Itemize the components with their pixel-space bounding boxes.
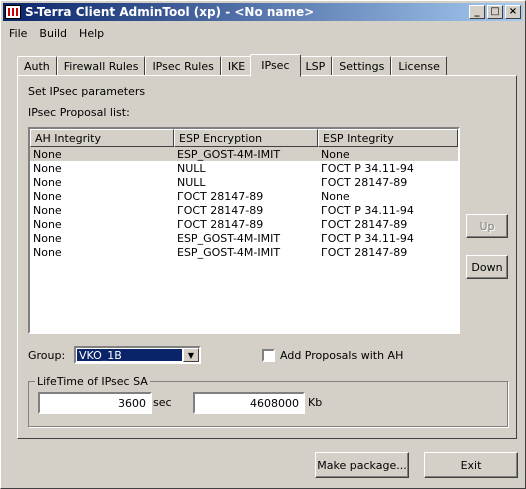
table-cell: ESP_GOST-4M-IMIT	[177, 231, 281, 245]
table-cell: None	[33, 245, 62, 259]
lifetime-sec-input[interactable]: 3600	[38, 392, 152, 414]
make-package-button[interactable]: Make package...	[315, 452, 409, 478]
proposal-list[interactable]: AH Integrity ESP Encryption ESP Integrit…	[28, 127, 460, 334]
table-cell: ГОСТ Р 34.11-94	[321, 161, 414, 175]
table-cell: None	[33, 189, 62, 203]
tab-auth[interactable]: Auth	[17, 56, 57, 76]
table-cell: None	[321, 189, 350, 203]
menu-bar: File Build Help	[3, 23, 110, 43]
table-cell: ESP_GOST-4M-IMIT	[177, 147, 281, 161]
table-cell: ГОСТ 28147-89	[321, 217, 408, 231]
table-row[interactable]: None ESP_GOST-4M-IMIT None	[30, 147, 458, 161]
menu-build[interactable]: Build	[33, 27, 73, 40]
maximize-button[interactable]: □	[487, 5, 503, 19]
sec-unit-label: sec	[153, 396, 172, 409]
group-label: Group:	[28, 349, 66, 362]
window-controls: _ □ ×	[467, 5, 521, 19]
down-button[interactable]: Down	[466, 255, 508, 279]
add-ah-checkbox[interactable]	[262, 349, 275, 362]
close-button[interactable]: ×	[505, 5, 521, 19]
tab-lsp[interactable]: LSP	[298, 56, 333, 76]
list-header: AH Integrity ESP Encryption ESP Integrit…	[30, 129, 458, 147]
minimize-button[interactable]: _	[469, 5, 485, 19]
table-row[interactable]: None ESP_GOST-4M-IMIT ГОСТ Р 34.11-94	[30, 231, 458, 245]
table-cell: None	[321, 147, 350, 161]
title-bar[interactable]: S-Terra Client AdminTool (xp) - <No name…	[3, 3, 523, 21]
kb-unit-label: Kb	[308, 396, 323, 409]
add-ah-label: Add Proposals with AH	[280, 349, 404, 362]
up-button[interactable]: Up	[466, 214, 508, 238]
menu-help[interactable]: Help	[73, 27, 110, 40]
table-cell: NULL	[177, 175, 206, 189]
tab-license[interactable]: License	[391, 56, 447, 76]
lifetime-group: LifeTime of IPsec SA 3600 sec 4608000 Kb	[28, 375, 508, 427]
column-header-ah-integrity[interactable]: AH Integrity	[30, 129, 174, 147]
tab-firewall-rules[interactable]: Firewall Rules	[56, 56, 146, 76]
table-cell: None	[33, 203, 62, 217]
table-cell: NULL	[177, 161, 206, 175]
table-cell: None	[33, 161, 62, 175]
table-cell: ГОСТ 28147-89	[177, 189, 264, 203]
ipsec-panel: Set IPsec parameters IPsec Proposal list…	[17, 75, 517, 439]
window-title: S-Terra Client AdminTool (xp) - <No name…	[25, 5, 315, 19]
table-cell: None	[33, 147, 62, 161]
menu-file[interactable]: File	[3, 27, 33, 40]
set-params-label: Set IPsec parameters	[28, 85, 146, 98]
table-row[interactable]: None ГОСТ 28147-89 None	[30, 189, 458, 203]
table-cell: ESP_GOST-4M-IMIT	[177, 245, 281, 259]
table-cell: ГОСТ 28147-89	[177, 217, 264, 231]
chevron-down-icon[interactable]: ▼	[183, 348, 199, 362]
tab-settings[interactable]: Settings	[332, 56, 392, 76]
table-cell: None	[33, 231, 62, 245]
tab-ipsec-rules[interactable]: IPsec Rules	[145, 56, 221, 76]
proposal-list-label: IPsec Proposal list:	[28, 106, 130, 119]
table-row[interactable]: None ГОСТ 28147-89 ГОСТ 28147-89	[30, 217, 458, 231]
column-header-esp-integrity[interactable]: ESP Integrity	[318, 129, 458, 147]
table-row[interactable]: None NULL ГОСТ 28147-89	[30, 175, 458, 189]
column-header-esp-encryption[interactable]: ESP Encryption	[174, 129, 318, 147]
tab-ipsec[interactable]: IPsec	[250, 54, 301, 77]
table-cell: None	[33, 175, 62, 189]
lifetime-title: LifeTime of IPsec SA	[35, 375, 150, 388]
app-window: S-Terra Client AdminTool (xp) - <No name…	[0, 0, 526, 489]
tab-ike[interactable]: IKE	[220, 56, 253, 76]
table-row[interactable]: None ГОСТ 28147-89 ГОСТ Р 34.11-94	[30, 203, 458, 217]
table-cell: ГОСТ 28147-89	[321, 245, 408, 259]
proposal-rows: None ESP_GOST-4M-IMIT None None NULL ГОСТ Р 3…	[30, 147, 458, 259]
group-select[interactable]: VKO_1B ▼	[74, 346, 201, 364]
table-cell: ГОСТ Р 34.11-94	[321, 231, 414, 245]
exit-button[interactable]: Exit	[424, 452, 518, 478]
tab-strip: Auth Firewall Rules IPsec Rules IKE IPse…	[17, 54, 447, 77]
lifetime-kb-input[interactable]: 4608000	[193, 392, 305, 414]
table-cell: ГОСТ 28147-89	[177, 203, 264, 217]
table-row[interactable]: None ESP_GOST-4M-IMIT ГОСТ 28147-89	[30, 245, 458, 259]
table-row[interactable]: None NULL ГОСТ Р 34.11-94	[30, 161, 458, 175]
table-cell: ГОСТ 28147-89	[321, 175, 408, 189]
group-select-value: VKO_1B	[77, 349, 182, 362]
app-icon	[5, 5, 21, 19]
table-cell: ГОСТ Р 34.11-94	[321, 203, 414, 217]
table-cell: None	[33, 217, 62, 231]
